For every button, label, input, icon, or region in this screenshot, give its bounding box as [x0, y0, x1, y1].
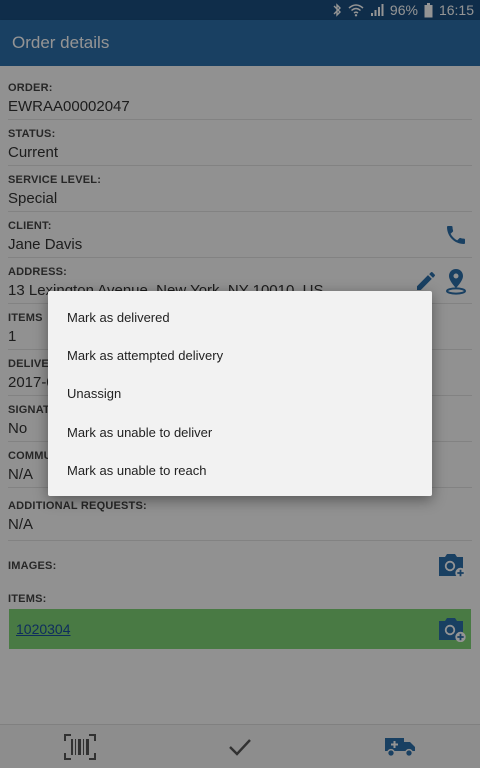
- menu-item-mark-attempted[interactable]: Mark as attempted delivery: [48, 336, 432, 374]
- menu-item-mark-delivered[interactable]: Mark as delivered: [48, 298, 432, 336]
- action-menu-dialog: Mark as delivered Mark as attempted deli…: [48, 291, 432, 496]
- menu-item-unable-to-deliver[interactable]: Mark as unable to deliver: [48, 413, 432, 451]
- menu-item-unassign[interactable]: Unassign: [48, 375, 432, 413]
- menu-item-unable-to-reach[interactable]: Mark as unable to reach: [48, 452, 432, 490]
